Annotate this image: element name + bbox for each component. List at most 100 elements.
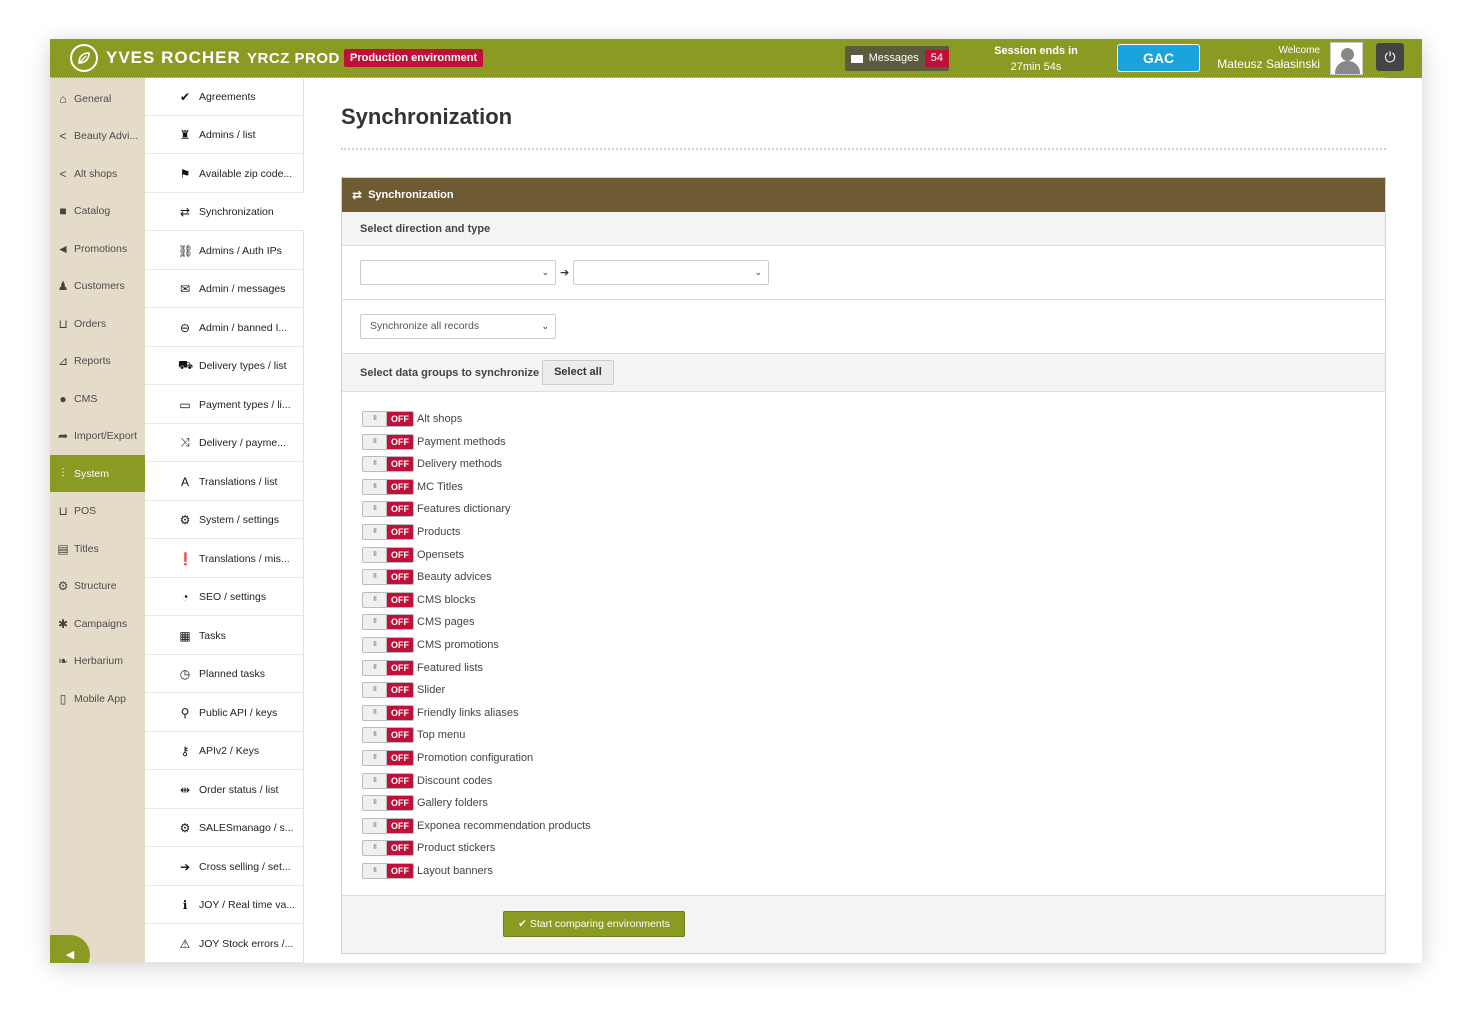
sidebar-item-general[interactable]: ⌂ General: [50, 80, 145, 117]
submenu-item-system-settings[interactable]: ⚙ System / settings: [145, 501, 304, 539]
submenu-item-payment-types[interactable]: ▭ Payment types / li...: [145, 386, 304, 424]
target-environment-select[interactable]: ⌄: [573, 260, 769, 285]
data-group-toggle[interactable]: III OFF: [362, 411, 414, 427]
sidebar-item-alt-shops[interactable]: < Alt shops: [50, 155, 145, 192]
exclamation-icon: ❗: [178, 551, 193, 566]
data-group-toggle[interactable]: III OFF: [362, 637, 414, 653]
data-group-toggle[interactable]: III OFF: [362, 592, 414, 608]
submenu-item-agreements[interactable]: ✔ Agreements: [145, 78, 304, 116]
data-group-toggle[interactable]: III OFF: [362, 840, 414, 856]
messages-label: Messages: [868, 52, 919, 64]
submenu-item-translations-list[interactable]: A Translations / list: [145, 463, 304, 501]
welcome-label: Welcome: [1278, 45, 1321, 56]
toggle-off-label: OFF: [387, 480, 413, 494]
sidebar-item-import-export[interactable]: ➦ Import/Export: [50, 417, 145, 454]
submenu-item-seo-settings[interactable]: ◔ SEO / settings: [145, 578, 304, 616]
data-group-row: III OFF CMS pages: [362, 612, 474, 632]
sidebar-item-cms[interactable]: ● CMS: [50, 380, 145, 417]
toggle-off-label: OFF: [387, 570, 413, 584]
dashboard-icon: ◔: [181, 589, 189, 604]
data-group-toggle[interactable]: III OFF: [362, 727, 414, 743]
submenu-item-delivery-types[interactable]: ⛟ Delivery types / list: [145, 347, 304, 385]
submenu-item-public-api-keys[interactable]: ⚲ Public API / keys: [145, 694, 304, 732]
submenu-item-admin-banned-ips[interactable]: ⊖ Admin / banned I...: [145, 309, 304, 347]
toggle-off-label: OFF: [387, 774, 413, 788]
power-icon[interactable]: ⏻: [1376, 43, 1404, 71]
submenu-item-translations-missing[interactable]: ❗ Translations / mis...: [145, 540, 304, 578]
sidebar-item-mobile-app[interactable]: ▯ Mobile App: [50, 680, 145, 717]
panel-title: Synchronization: [368, 189, 454, 201]
data-group-label: Product stickers: [417, 842, 496, 854]
sidebar-item-pos[interactable]: ⊔ POS: [50, 492, 145, 529]
data-group-row: III OFF Product stickers: [362, 838, 495, 858]
submenu-item-order-status[interactable]: ⇹ Order status / list: [145, 771, 304, 809]
data-group-toggle[interactable]: III OFF: [362, 479, 414, 495]
sync-mode-select[interactable]: Synchronize all records ⌄: [360, 314, 556, 339]
data-group-toggle[interactable]: III OFF: [362, 682, 414, 698]
avatar[interactable]: [1330, 42, 1363, 75]
data-group-toggle[interactable]: III OFF: [362, 569, 414, 585]
toggle-knob: III: [363, 435, 387, 449]
data-group-toggle[interactable]: III OFF: [362, 750, 414, 766]
toggle-off-label: OFF: [387, 593, 413, 607]
data-group-toggle[interactable]: III OFF: [362, 547, 414, 563]
data-group-toggle[interactable]: III OFF: [362, 456, 414, 472]
data-group-toggle[interactable]: III OFF: [362, 434, 414, 450]
share-icon: <: [59, 166, 67, 181]
select-all-button[interactable]: Select all: [542, 360, 614, 385]
submenu-item-apiv2-keys[interactable]: ⚷ APIv2 / Keys: [145, 732, 304, 770]
submenu-item-admins-list[interactable]: ♜ Admins / list: [145, 116, 304, 154]
gac-button[interactable]: GAC: [1117, 44, 1200, 72]
data-group-toggle[interactable]: III OFF: [362, 773, 414, 789]
data-group-toggle[interactable]: III OFF: [362, 501, 414, 517]
system-submenu: ✔ Agreements ♜ Admins / list ⚑ Available zi…: [145, 78, 304, 963]
collapse-sidebar-button[interactable]: ◀: [50, 935, 90, 963]
submenu-item-tasks[interactable]: ▦ Tasks: [145, 617, 304, 655]
sidebar-item-campaigns[interactable]: ✱ Campaigns: [50, 605, 145, 642]
toggle-knob: III: [363, 864, 387, 878]
submenu-item-planned-tasks[interactable]: ◷ Planned tasks: [145, 655, 304, 693]
sidebar-item-reports[interactable]: ⊿ Reports: [50, 342, 145, 379]
direction-section-header: Select direction and type: [342, 212, 1385, 246]
data-group-row: III OFF Gallery folders: [362, 793, 488, 813]
data-group-toggle[interactable]: III OFF: [362, 863, 414, 879]
sidebar-item-orders[interactable]: ⊔ Orders: [50, 305, 145, 342]
start-comparing-button[interactable]: ✔ Start comparing environments: [503, 911, 685, 937]
submenu-item-admins-auth-ips[interactable]: ⛓ Admins / Auth IPs: [145, 232, 304, 270]
data-group-toggle[interactable]: III OFF: [362, 660, 414, 676]
data-group-toggle[interactable]: III OFF: [362, 818, 414, 834]
cart-icon: ⊔: [58, 503, 68, 518]
submenu-item-cross-selling[interactable]: ➔ Cross selling / set...: [145, 848, 304, 886]
cart-icon: ⊔: [58, 316, 68, 331]
data-group-toggle[interactable]: III OFF: [362, 614, 414, 630]
arrow-right-icon: ➔: [560, 267, 570, 279]
submenu-item-delivery-payment[interactable]: ⤨ Delivery / payme...: [145, 424, 304, 462]
submenu-item-salesmanago[interactable]: ⚙ SALESmanago / s...: [145, 809, 304, 847]
gear-icon: ⚙: [179, 820, 191, 835]
data-group-toggle[interactable]: III OFF: [362, 705, 414, 721]
panel-footer: ✔ Start comparing environments: [342, 895, 1385, 953]
toggle-off-label: OFF: [387, 525, 413, 539]
brand-logo[interactable]: YVES ROCHER: [70, 44, 241, 72]
data-group-toggle[interactable]: III OFF: [362, 795, 414, 811]
sidebar-item-promotions[interactable]: ◄ Promotions: [50, 230, 145, 267]
toggle-knob: III: [363, 480, 387, 494]
sidebar-item-catalog[interactable]: ■ Catalog: [50, 192, 145, 229]
sidebar-item-system[interactable]: ⫶ System: [50, 455, 145, 492]
submenu-item-joy-real-time[interactable]: ℹ JOY / Real time va...: [145, 886, 304, 924]
sidebar-item-herbarium[interactable]: ❧ Herbarium: [50, 642, 145, 679]
sidebar-item-beauty-advices[interactable]: < Beauty Advi...: [50, 117, 145, 154]
messages-button[interactable]: Messages 54: [845, 46, 949, 71]
sidebar-item-customers[interactable]: ♟ Customers: [50, 267, 145, 304]
submenu-item-available-zip-codes[interactable]: ⚑ Available zip code...: [145, 155, 304, 193]
source-environment-select[interactable]: ⌄: [360, 260, 556, 285]
sidebar-item-structure[interactable]: ⚙ Structure: [50, 567, 145, 604]
sidebar-item-titles[interactable]: ▤ Titles: [50, 530, 145, 567]
data-group-label: Friendly links aliases: [417, 707, 519, 719]
user-name[interactable]: Mateusz Sałasinski: [1200, 57, 1320, 72]
submenu-item-synchronization[interactable]: ⇄ Synchronization: [145, 193, 304, 231]
data-group-toggle[interactable]: III OFF: [362, 524, 414, 540]
submenu-item-joy-stock-errors[interactable]: ⚠ JOY Stock errors /...: [145, 925, 304, 963]
submenu-item-admin-messages[interactable]: ✉ Admin / messages: [145, 270, 304, 308]
leaf-icon: ❧: [57, 653, 69, 668]
